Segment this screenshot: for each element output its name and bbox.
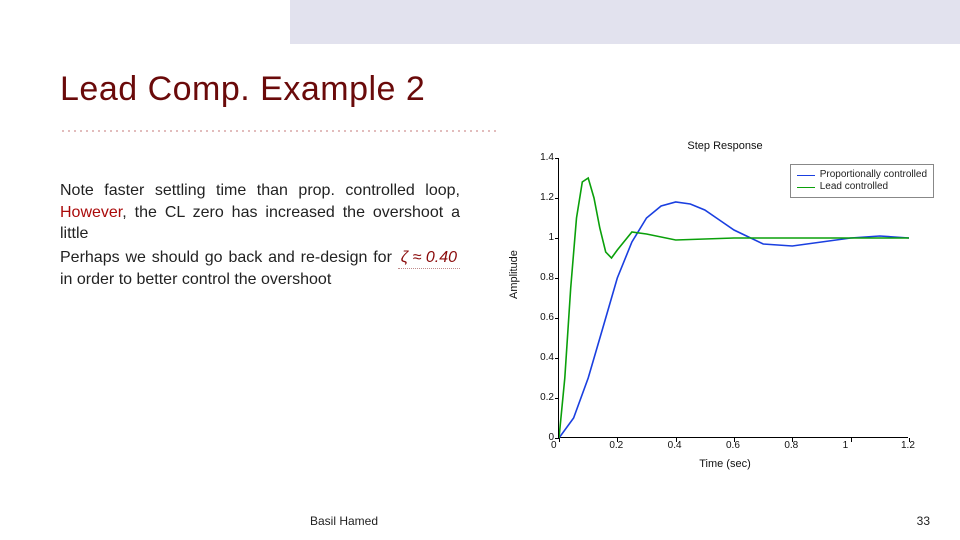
title-underline bbox=[60, 130, 500, 132]
y-axis-label: Amplitude bbox=[508, 250, 520, 299]
x-axis-label: Time (sec) bbox=[510, 458, 940, 470]
chart-plot bbox=[559, 158, 909, 438]
legend-item: Proportionally controlled bbox=[797, 169, 927, 181]
legend-item: Lead controlled bbox=[797, 181, 927, 193]
slide-title: Lead Comp. Example 2 bbox=[60, 70, 425, 109]
chart-axes: 00.20.40.60.811.21.4 00.20.40.60.811.2 bbox=[558, 158, 908, 438]
chart-legend: Proportionally controlled Lead controlle… bbox=[790, 164, 934, 198]
page-number: 33 bbox=[917, 514, 930, 528]
footer-author: Basil Hamed bbox=[310, 514, 378, 528]
body-text: Note faster settling time than prop. con… bbox=[60, 180, 460, 293]
zeta-value: ζ ≈ 0.40 bbox=[398, 247, 460, 270]
chart-title: Step Response bbox=[510, 140, 940, 152]
step-response-chart: Step Response Amplitude 00.20.40.60.811.… bbox=[510, 140, 940, 470]
